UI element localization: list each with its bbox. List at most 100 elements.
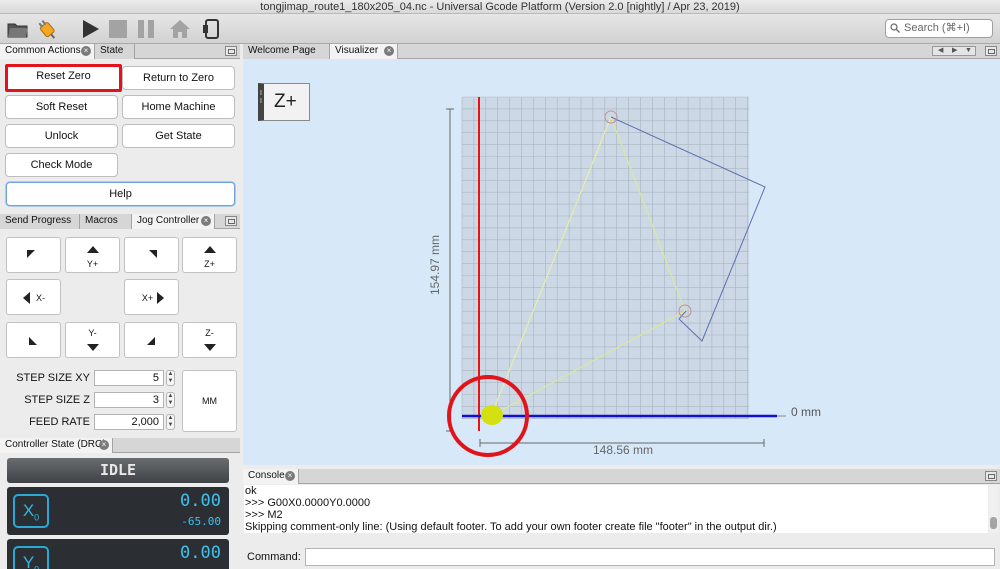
- tab-macros[interactable]: Macros: [80, 214, 132, 229]
- axis-x-machine-position: -65.00: [181, 515, 221, 528]
- axis-y-letter: Y: [22, 553, 35, 569]
- tab-console[interactable]: Console ×: [243, 469, 299, 484]
- editor-tabbar-strip: Welcome Page Visualizer × ◀ ▶ ▼: [243, 44, 1000, 59]
- close-icon[interactable]: ×: [81, 46, 91, 56]
- tab-controller-state[interactable]: Controller State (DRO) ×: [0, 438, 113, 453]
- jog-x-minus-y-minus-button[interactable]: [6, 322, 61, 358]
- maximize-icon[interactable]: [985, 471, 997, 481]
- dro-axis-x-row: X0 0.00 -65.00: [7, 487, 229, 535]
- z-plus-label: Z+: [204, 259, 215, 269]
- console-line: >>> G00X0.0000Y0.0000: [245, 497, 371, 509]
- step-size-z-spinner[interactable]: ▲ ▼: [166, 392, 175, 408]
- tab-jog-controller[interactable]: Jog Controller ×: [132, 214, 215, 229]
- view-cube-button[interactable]: II Z+: [258, 83, 310, 121]
- axis-y-zero-button[interactable]: Y0: [13, 546, 49, 569]
- maximize-icon[interactable]: [985, 46, 997, 56]
- jog-x-plus-button[interactable]: X+: [124, 279, 179, 315]
- tab-scroll-buttons[interactable]: ◀ ▶ ▼: [932, 46, 976, 56]
- tab-common-actions[interactable]: Common Actions ×: [0, 44, 95, 59]
- jog-x-plus-y-minus-button[interactable]: [124, 322, 179, 358]
- command-input[interactable]: [305, 548, 995, 566]
- home-icon[interactable]: [168, 17, 192, 41]
- tab-welcome-page[interactable]: Welcome Page: [243, 44, 330, 59]
- chevron-left-icon[interactable]: ◀: [938, 47, 943, 55]
- jog-x-minus-button[interactable]: X-: [6, 279, 61, 315]
- feed-rate-input[interactable]: 2,000: [94, 414, 164, 430]
- close-icon[interactable]: ×: [285, 471, 295, 481]
- units-toggle-button[interactable]: MM: [182, 370, 237, 432]
- main-toolbar: Search (⌘+I): [0, 14, 1000, 44]
- axis-x-sub: 0: [34, 512, 40, 523]
- editor-tabbar: Welcome Page Visualizer × ◀ ▶ ▼: [243, 44, 1000, 59]
- close-icon[interactable]: ×: [99, 440, 109, 450]
- open-folder-icon[interactable]: [6, 17, 30, 41]
- tab-visualizer[interactable]: Visualizer ×: [330, 44, 398, 59]
- jog-x-plus-y-plus-button[interactable]: [124, 237, 179, 273]
- probe-icon[interactable]: [200, 17, 224, 41]
- visualizer-canvas[interactable]: 154.97 mm 148.56 mm 0 mm II Z+: [243, 59, 1000, 465]
- scrollbar-thumb[interactable]: [990, 517, 997, 529]
- stop-icon[interactable]: [106, 17, 130, 41]
- jog-z-minus-button[interactable]: Z-: [182, 322, 237, 358]
- close-icon[interactable]: ×: [201, 216, 211, 226]
- arrow-up-right-icon: [149, 250, 157, 258]
- arrow-down-right-icon: [147, 337, 155, 345]
- tab-send-progress-label: Send Progress: [5, 215, 72, 226]
- units-label: MM: [202, 396, 217, 406]
- play-icon[interactable]: [78, 17, 102, 41]
- soft-reset-button[interactable]: Soft Reset: [5, 95, 118, 119]
- console-line: Skipping comment-only line: (Using defau…: [245, 521, 777, 533]
- check-mode-button[interactable]: Check Mode: [5, 153, 118, 177]
- axis-y-sub: 0: [34, 564, 39, 569]
- chevron-down-icon[interactable]: ▼: [965, 47, 972, 55]
- jog-y-minus-button[interactable]: Y-: [65, 322, 120, 358]
- tool-position-marker: [481, 405, 503, 425]
- step-size-z-input[interactable]: 3: [94, 392, 164, 408]
- get-state-button[interactable]: Get State: [122, 124, 235, 148]
- pause-icon[interactable]: [134, 17, 158, 41]
- z-minus-label: Z-: [205, 328, 214, 338]
- chevron-right-icon[interactable]: ▶: [952, 47, 957, 55]
- console-line: >>> M2: [245, 509, 283, 521]
- return-to-zero-button[interactable]: Return to Zero: [122, 66, 235, 90]
- tab-send-progress[interactable]: Send Progress: [0, 214, 80, 229]
- command-label: Command:: [247, 551, 301, 563]
- jog-z-plus-button[interactable]: Z+: [182, 237, 237, 273]
- unlock-button[interactable]: Unlock: [5, 124, 118, 148]
- reset-zero-button[interactable]: Reset Zero: [5, 64, 122, 92]
- common-actions-panel: Common Actions × State Reset Zero Return…: [0, 44, 240, 212]
- dim-x-label: 148.56 mm: [593, 443, 653, 457]
- search-placeholder: Search (⌘+I): [904, 22, 970, 34]
- arrow-down-left-icon: [29, 337, 37, 345]
- step-size-z-label: STEP SIZE Z: [24, 394, 90, 406]
- y-plus-label: Y+: [86, 259, 99, 269]
- feed-rate-label: FEED RATE: [29, 416, 90, 428]
- console-tabbar: Console ×: [243, 469, 1000, 484]
- console-scrollbar[interactable]: [989, 485, 998, 533]
- machine-state-display: IDLE: [7, 458, 229, 483]
- arrow-right-icon: [157, 292, 164, 304]
- arrow-down-icon: [204, 344, 216, 351]
- feed-rate-spinner[interactable]: ▲ ▼: [166, 414, 175, 430]
- x-minus-label: X-: [36, 293, 45, 303]
- help-button[interactable]: Help: [6, 182, 235, 206]
- axis-x-letter: X: [22, 501, 35, 520]
- zero-mm-label: 0 mm: [791, 405, 821, 419]
- maximize-icon[interactable]: [225, 216, 237, 226]
- arrow-up-icon: [87, 246, 99, 253]
- step-size-xy-spinner[interactable]: ▲ ▼: [166, 370, 175, 386]
- close-icon[interactable]: ×: [384, 46, 394, 56]
- home-machine-button[interactable]: Home Machine: [122, 95, 235, 119]
- tab-state[interactable]: State: [95, 44, 135, 59]
- tab-visualizer-label: Visualizer: [335, 45, 379, 56]
- tab-console-label: Console: [248, 470, 285, 481]
- search-input[interactable]: Search (⌘+I): [885, 19, 993, 38]
- step-size-xy-input[interactable]: 5: [94, 370, 164, 386]
- console-output[interactable]: ok >>> G00X0.0000Y0.0000 >>> M2 Skipping…: [244, 485, 988, 533]
- y-minus-label: Y-: [88, 328, 97, 338]
- jog-x-minus-y-plus-button[interactable]: [6, 237, 61, 273]
- maximize-icon[interactable]: [225, 46, 237, 56]
- axis-x-zero-button[interactable]: X0: [13, 494, 49, 528]
- connect-icon[interactable]: [36, 17, 60, 41]
- jog-y-plus-button[interactable]: Y+: [65, 237, 120, 273]
